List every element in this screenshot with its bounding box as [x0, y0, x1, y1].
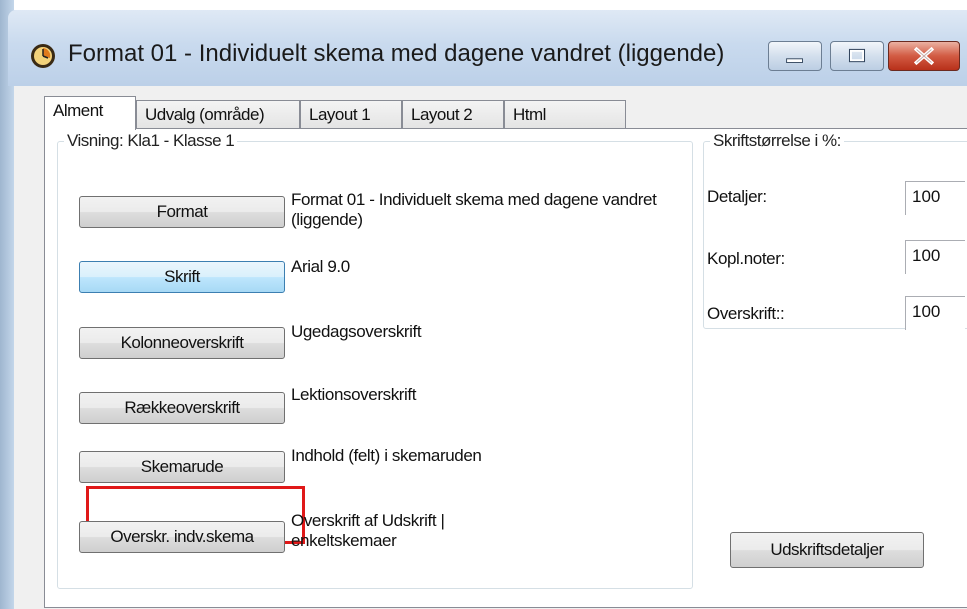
title-bar[interactable]: Format 01 - Individuelt skema med dagene… [8, 10, 967, 86]
kolonneoverskrift-desc: Ugedagsoverskrift [291, 322, 422, 341]
visning-legend: Visning: Kla1 - Klasse 1 [67, 131, 235, 150]
window-left-border [0, 0, 14, 609]
skrift-button[interactable]: Skrift [79, 261, 285, 293]
close-button[interactable] [888, 41, 960, 71]
overskr-indv-skema-desc: Overskrift af Udskrift | enkeltskemaer [291, 511, 445, 550]
tab-udvalg[interactable]: Udvalg (område) [136, 100, 300, 128]
detaljer-label: Detaljer: [707, 187, 767, 206]
minimize-button[interactable] [768, 41, 822, 71]
overskrift-input[interactable]: 100 [905, 296, 965, 330]
tab-page-alment: Visning: Kla1 - Klasse 1 Format Format 0… [44, 128, 967, 608]
skrift-desc: Arial 9.0 [291, 257, 350, 276]
skriftstorrelse-legend: Skriftstørrelse i %: [713, 131, 841, 150]
detaljer-input[interactable]: 100 [905, 181, 965, 215]
kopl-noter-label: Kopl.noter: [707, 249, 785, 268]
overskr-indv-skema-button[interactable]: Overskr. indv.skema [79, 521, 285, 553]
format-button[interactable]: Format [79, 196, 285, 228]
maximize-button[interactable] [830, 41, 884, 71]
tab-html[interactable]: Html [504, 100, 626, 128]
clock-icon[interactable] [30, 43, 56, 69]
window-title: Format 01 - Individuelt skema med dagene… [68, 40, 725, 67]
raekkeoverskrift-desc: Lektionsoverskrift [291, 385, 417, 404]
dialog-client-area: Alment Udvalg (område) Layout 1 Layout 2… [14, 86, 967, 609]
tab-layout-2[interactable]: Layout 2 [402, 100, 504, 128]
tab-layout-1[interactable]: Layout 1 [300, 100, 402, 128]
kopl-noter-input[interactable]: 100 [905, 240, 965, 274]
tab-alment[interactable]: Alment [44, 96, 136, 130]
kolonneoverskrift-button[interactable]: Kolonneoverskrift [79, 327, 285, 359]
udskriftsdetaljer-button[interactable]: Udskriftsdetaljer [730, 532, 924, 568]
skemarude-desc: Indhold (felt) i skemaruden [291, 446, 482, 465]
screen-top-strip [0, 0, 967, 10]
overskrift-label: Overskrift:: [707, 304, 785, 323]
format-desc: Format 01 - Individuelt skema med dagene… [291, 190, 657, 229]
dialog-window: Format 01 - Individuelt skema med dagene… [0, 0, 967, 609]
raekkeoverskrift-button[interactable]: Rækkeoverskrift [79, 392, 285, 424]
skemarude-button[interactable]: Skemarude [79, 451, 285, 483]
